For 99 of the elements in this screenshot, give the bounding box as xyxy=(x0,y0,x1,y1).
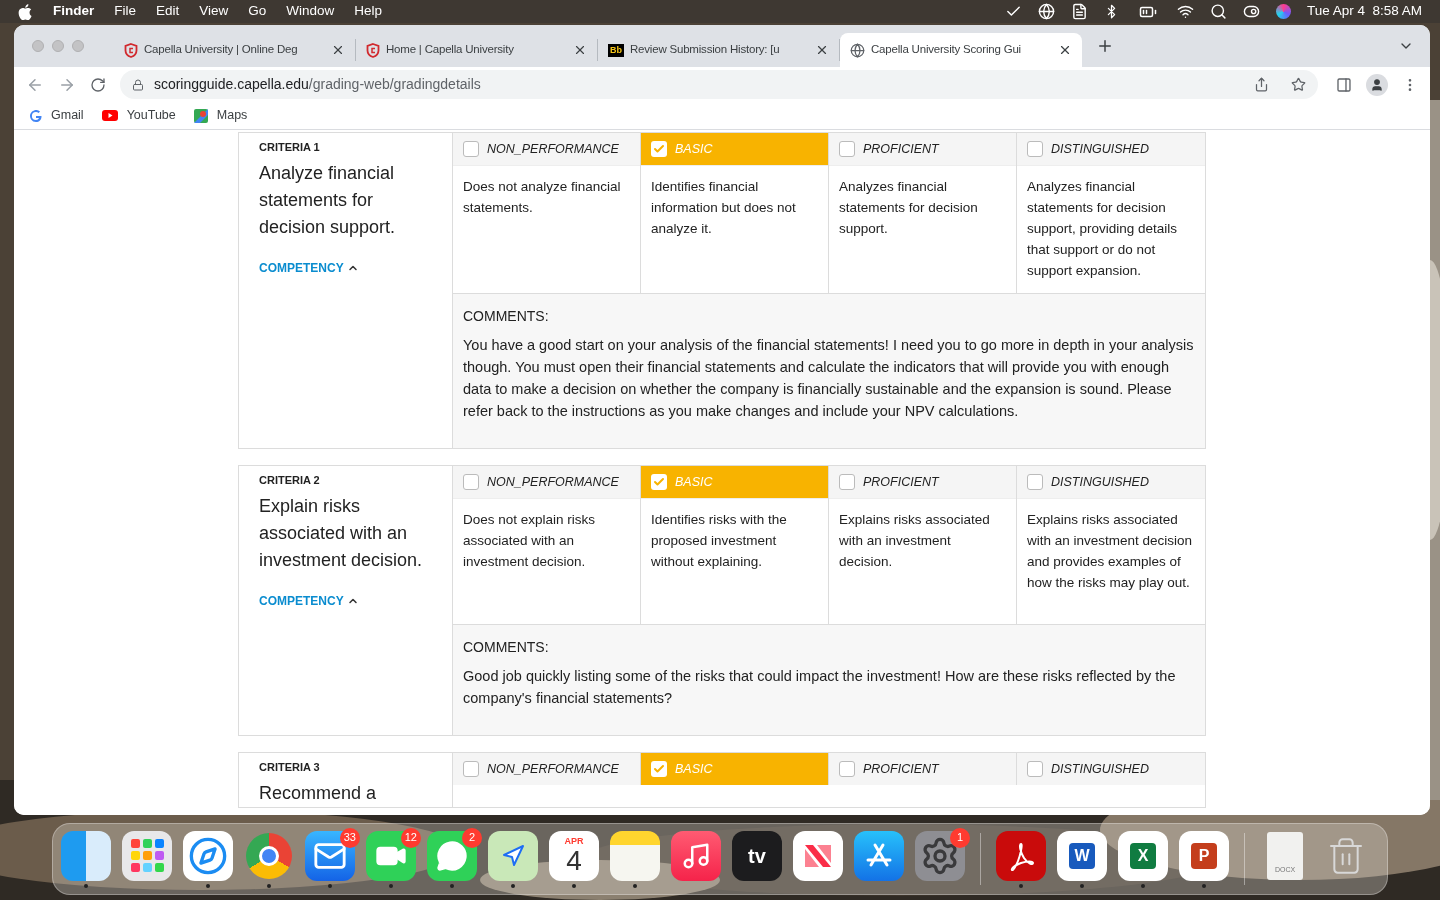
rating-header[interactable]: NON_PERFORMANCE xyxy=(453,466,640,498)
rating-description: Identifies financial information but does not analyze it. xyxy=(641,165,828,291)
wifi-icon[interactable] xyxy=(1176,3,1194,20)
profile-avatar[interactable] xyxy=(1366,73,1388,96)
compass-icon[interactable] xyxy=(183,830,233,881)
browser-tab[interactable]: Bb Review Submission History: [u xyxy=(598,39,840,61)
criterion-label: CRITERIA 3 xyxy=(259,760,321,775)
news-icon[interactable] xyxy=(793,830,843,881)
close-tab-icon[interactable] xyxy=(1058,43,1072,57)
menu-item[interactable]: Help xyxy=(354,1,383,22)
check-icon xyxy=(653,143,665,155)
calendar-icon[interactable]: APR 4 xyxy=(549,830,599,881)
rating-description: Does not analyze financial statements. xyxy=(453,165,640,291)
close-tab-icon[interactable] xyxy=(331,43,345,57)
criterion-title: Explain risks associated with an investment decision. xyxy=(259,495,424,572)
menu-item[interactable]: Edit xyxy=(156,1,180,22)
tab-title: Capella University Scoring Gui xyxy=(871,42,1022,58)
comments-label: COMMENTS: xyxy=(463,307,550,326)
g-logo-icon xyxy=(30,109,42,122)
url-text: scoringguide.capella.edu/grading-web/gradingdetails xyxy=(153,75,481,94)
search-icon[interactable] xyxy=(1209,3,1227,20)
check-icon xyxy=(653,763,665,775)
menu-app-name[interactable]: Finder xyxy=(53,1,95,22)
bookmark-star-icon[interactable] xyxy=(1291,77,1307,92)
rating-header[interactable]: DISTINGUISHED xyxy=(1017,133,1205,165)
criterion-title: Recommend a xyxy=(259,782,378,805)
shield-favicon-icon xyxy=(124,42,138,58)
notepad-icon[interactable] xyxy=(610,830,660,881)
spreadsheet-icon[interactable]: X xyxy=(1118,830,1168,881)
menu-item[interactable]: View xyxy=(199,1,229,22)
shield-favicon-icon xyxy=(366,42,380,58)
rating-checkbox[interactable] xyxy=(1027,474,1043,490)
competency-toggle[interactable]: COMPETENCY xyxy=(259,592,359,610)
map-pin-icon xyxy=(193,108,208,123)
browser-tab[interactable]: Home | Capella University xyxy=(356,39,598,61)
apple-logo-icon[interactable] xyxy=(18,3,32,20)
rating-header[interactable]: PROFICIENT xyxy=(829,753,1016,785)
control-center-icon[interactable] xyxy=(1242,3,1260,20)
rating-header[interactable]: DISTINGUISHED xyxy=(1017,466,1205,498)
side-panel-icon[interactable] xyxy=(1336,76,1353,93)
close-tab-icon[interactable] xyxy=(815,43,829,57)
bookmark-link[interactable]: Gmail xyxy=(30,106,84,125)
rating-checkbox[interactable] xyxy=(1027,141,1043,157)
browser-tab[interactable]: Capella University Scoring Gui xyxy=(840,33,1082,67)
presentation-icon[interactable]: P xyxy=(1179,830,1229,881)
tv-icon[interactable]: tv xyxy=(732,830,782,881)
status-globe-icon[interactable] xyxy=(1037,3,1055,20)
rating-header[interactable]: PROFICIENT xyxy=(829,133,1016,165)
bb-favicon-icon: Bb xyxy=(608,43,624,57)
rating-checkbox[interactable] xyxy=(463,474,479,490)
word-processor-icon[interactable]: W xyxy=(1057,830,1107,881)
app-grid-icon[interactable] xyxy=(122,830,172,881)
criterion-label: CRITERIA 1 xyxy=(259,140,321,155)
rating-checkbox[interactable] xyxy=(839,761,855,777)
rating-checkbox[interactable] xyxy=(1027,761,1043,777)
rating-checkbox[interactable] xyxy=(651,474,667,490)
rating-checkbox[interactable] xyxy=(651,761,667,777)
status-document-icon[interactable] xyxy=(1070,3,1088,20)
play-logo-icon xyxy=(101,110,118,121)
tab-title: Home | Capella University xyxy=(386,42,515,58)
rating-checkbox[interactable] xyxy=(463,761,479,777)
globe-favicon-icon xyxy=(850,42,865,58)
menu-item[interactable]: File xyxy=(114,1,137,22)
bookmark-link[interactable]: YouTube xyxy=(101,106,176,125)
rating-checkbox[interactable] xyxy=(651,141,667,157)
criterion-label: CRITERIA 2 xyxy=(259,473,321,488)
rating-description: Analyzes financial statements for decision support. xyxy=(829,165,1016,291)
competency-toggle[interactable]: COMPETENCY xyxy=(259,259,359,277)
menu-item[interactable]: Go xyxy=(248,1,267,22)
address-bar[interactable]: scoringguide.capella.edu/grading-web/gradingdetails xyxy=(119,70,1319,99)
rating-checkbox[interactable] xyxy=(463,141,479,157)
pdf-reader-icon[interactable] xyxy=(996,830,1046,881)
music-note-icon[interactable] xyxy=(671,830,721,881)
bookmark-link[interactable]: Maps xyxy=(193,106,248,125)
criterion-title: Analyze financial statements for decision support. xyxy=(259,162,397,239)
reload-icon[interactable] xyxy=(89,76,106,93)
share-icon[interactable] xyxy=(1254,77,1270,92)
rating-header[interactable]: PROFICIENT xyxy=(829,466,1016,498)
menu-item[interactable]: Window xyxy=(286,1,335,22)
rating-header[interactable]: NON_PERFORMANCE xyxy=(453,753,640,785)
rating-checkbox[interactable] xyxy=(839,141,855,157)
browser-tab[interactable]: Capella University | Online Deg xyxy=(114,39,356,61)
check-icon xyxy=(653,476,665,488)
rating-header[interactable]: NON_PERFORMANCE xyxy=(453,133,640,165)
close-tab-icon[interactable] xyxy=(573,43,587,57)
tab-title: Review Submission History: [u xyxy=(630,42,781,58)
menu-clock[interactable]: Tue Apr 4 8:58 AM xyxy=(1306,1,1422,22)
rating-header[interactable]: DISTINGUISHED xyxy=(1017,753,1205,785)
comments-label: COMMENTS: xyxy=(463,638,550,657)
siri-icon[interactable] xyxy=(1275,4,1291,19)
lock-icon xyxy=(131,78,144,91)
map-icon[interactable] xyxy=(488,830,538,881)
app-store-icon[interactable] xyxy=(854,830,904,881)
comment-text: Good job quickly listing some of the risks that could impact the investment! How are these risks reflected by the company's financial statements? xyxy=(463,667,1177,708)
comment-text: You have a good start on your analysis of the financial statements! I need you to go more in depth in your analysis though. You must open their financial statements and calculate the indicators that will provide you with enough data to make a decision on whether the company is financially sustainable and the expansion is sound. Please refer back to the instructions as you make changes and include your NPV calculations. xyxy=(463,336,1195,421)
finder-icon[interactable] xyxy=(61,830,111,881)
tab-title: Capella University | Online Deg xyxy=(144,42,299,58)
rating-checkbox[interactable] xyxy=(839,474,855,490)
new-tab-icon[interactable] xyxy=(1096,37,1114,55)
